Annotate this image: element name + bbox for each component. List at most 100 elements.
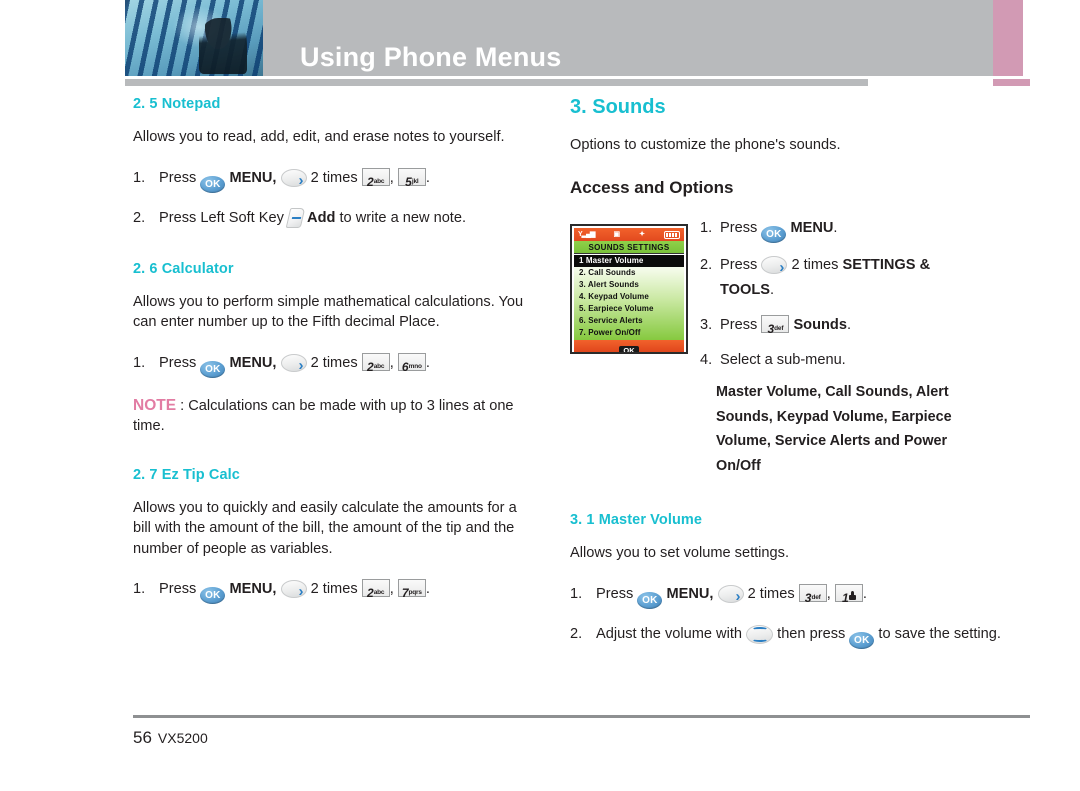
section-body-eztipcalc: Allows you to quickly and easily calcula… — [133, 499, 517, 557]
period: . — [425, 581, 430, 597]
period: . — [770, 282, 775, 298]
ok-key-icon[interactable]: OK — [849, 631, 875, 649]
mid-label: then press — [777, 625, 846, 642]
num-key-5[interactable]: 5jkl — [397, 167, 426, 189]
menu-label: MENU, — [229, 581, 277, 597]
key-digit: 6 — [401, 359, 409, 374]
step-calculator-1: 1. Press OK MENU, 2 times 2abc, 6mno. — [133, 350, 533, 379]
num-key-2[interactable]: 2abc — [361, 167, 390, 189]
key-digit: 7 — [401, 586, 409, 600]
key-digit: 5 — [405, 174, 412, 189]
phone-menu-item[interactable]: 2. Call Sounds — [574, 267, 684, 279]
model-name: VX5200 — [157, 730, 208, 746]
left-soft-key-icon[interactable] — [285, 207, 306, 228]
voicemail-icon — [848, 590, 856, 600]
phone-menu-item[interactable]: 1 Master Volume — [574, 255, 684, 267]
nav-right-icon[interactable] — [280, 168, 307, 194]
nav-right-icon[interactable] — [717, 584, 744, 610]
step-label: Press — [159, 169, 197, 186]
step-notepad-2: 2. Press Left Soft Key Add to write a ne… — [133, 205, 533, 231]
step-tail: to write a new note. — [339, 209, 467, 226]
arc-up — [752, 626, 769, 632]
phone-menu-item[interactable]: 6. Service Alerts — [574, 315, 684, 327]
phone-menu-item[interactable]: 3. Alert Sounds — [574, 279, 684, 291]
photo-figure — [199, 18, 247, 74]
header-rule-pink — [993, 79, 1030, 86]
key-digit: 1 — [841, 590, 849, 605]
nav-up-down-icon[interactable] — [746, 624, 774, 644]
step-notepad-1: 1. Press OK MENU, 2 times 2abc, 5jkl. — [133, 165, 533, 194]
step-sounds-4: 4. Select a sub-menu. — [700, 348, 1032, 373]
step-number: 1. — [133, 581, 146, 597]
settings-label: SETTINGS & — [842, 257, 931, 273]
phone-menu-item[interactable]: 7. Power On/Off — [574, 327, 684, 339]
section-heading-calculator: 2. 6 Calculator — [133, 260, 234, 277]
submenu-line: Sounds, Keypad Volume, Earpiece — [716, 408, 952, 425]
note-label: NOTE — [133, 396, 177, 414]
nav-right-icon[interactable] — [280, 579, 307, 605]
right-column: 3. Sounds Options to customize the phone… — [570, 96, 1032, 212]
submenu-line: Volume, Service Alerts and Power — [716, 433, 948, 449]
step-label: Press Left Soft Key — [159, 209, 284, 226]
key-letters: jkl — [411, 177, 419, 185]
num-key-3[interactable]: 3def — [761, 315, 790, 336]
ok-key-icon[interactable]: OK — [200, 175, 226, 193]
ok-key-icon[interactable]: OK — [637, 591, 663, 609]
note-block: NOTE : Calculations can be made with up … — [133, 396, 533, 437]
header-rule-gray — [125, 79, 868, 86]
phone-screen-mockup: Y▂▄▆ ▣ ✦ SOUNDS SETTINGS 1 Master Volume… — [570, 224, 688, 354]
phone-screen-title: SOUNDS SETTINGS — [574, 241, 684, 254]
page-number: 56 — [133, 728, 152, 747]
phone-status-bar: Y▂▄▆ ▣ ✦ — [574, 228, 684, 241]
step-text: Press OK MENU. — [720, 216, 1032, 243]
nav-right-icon[interactable] — [280, 353, 307, 379]
num-key-6[interactable]: 6mno — [397, 352, 426, 374]
step-text: Adjust the volume with then press OK to … — [596, 621, 1032, 649]
times-label: 2 times — [310, 169, 358, 186]
num-key-1[interactable]: 1 — [834, 583, 863, 605]
ok-key-icon[interactable]: OK — [761, 226, 787, 243]
times-label: 2 times — [791, 257, 839, 273]
submenu-list: Master Volume, Call Sounds, Alert Sounds… — [716, 380, 1032, 478]
step-label: Press — [720, 317, 758, 333]
battery-icon — [664, 230, 680, 239]
page-title: Using Phone Menus — [300, 42, 562, 72]
phone-menu-item[interactable]: 4. Keypad Volume — [574, 291, 684, 303]
menu-label: MENU, — [229, 354, 277, 371]
step-eztipcalc-1: 1. Press OK MENU, 2 times 2abc, 7pqrs. — [133, 576, 533, 605]
note-text: : Calculations can be made with up to 3 … — [133, 397, 514, 435]
num-key-2[interactable]: 2abc — [361, 579, 390, 600]
phone-menu-item[interactable]: 5. Earpiece Volume — [574, 303, 684, 315]
arc-down — [752, 637, 769, 642]
times-label: 2 times — [310, 581, 358, 597]
ok-key-icon[interactable]: OK — [200, 587, 226, 604]
step-number: 2. — [570, 625, 583, 642]
submenu-line: On/Off — [716, 457, 761, 474]
comma: , — [389, 581, 394, 597]
key-letters: abc — [373, 589, 385, 596]
tools-label: TOOLS — [720, 282, 771, 298]
key-digit: 2 — [367, 359, 374, 374]
key-letters: def — [774, 325, 784, 332]
phone-ok-softkey[interactable]: OK — [619, 346, 639, 352]
num-key-3[interactable]: 3def — [798, 583, 827, 605]
step-number: 1. — [133, 169, 146, 186]
step-text: Press OK MENU, 2 times 2abc, 5jkl. — [159, 165, 533, 194]
step-number: 3. — [700, 317, 713, 333]
key-letters: abc — [373, 177, 385, 185]
menu-label: MENU — [790, 220, 834, 236]
step-number: 1. — [133, 354, 146, 371]
num-key-7[interactable]: 7pqrs — [397, 579, 426, 600]
num-key-2[interactable]: 2abc — [361, 352, 390, 374]
comma: , — [826, 585, 831, 602]
menu-label: MENU, — [666, 585, 714, 602]
left-column: 2. 5 Notepad Allows you to read, add, ed… — [133, 96, 533, 616]
step-number: 2. — [700, 257, 713, 273]
step-text: Press OK MENU, 2 times 2abc, 6mno. — [159, 350, 533, 379]
step-text: Press OK MENU, 2 times 3def, 1. — [596, 581, 1032, 610]
add-label: Add — [307, 209, 336, 226]
nav-right-icon[interactable] — [761, 255, 788, 280]
ok-key-icon[interactable]: OK — [200, 360, 226, 378]
step-text: Select a sub-menu. — [720, 352, 846, 368]
step-label: Press — [720, 257, 758, 273]
